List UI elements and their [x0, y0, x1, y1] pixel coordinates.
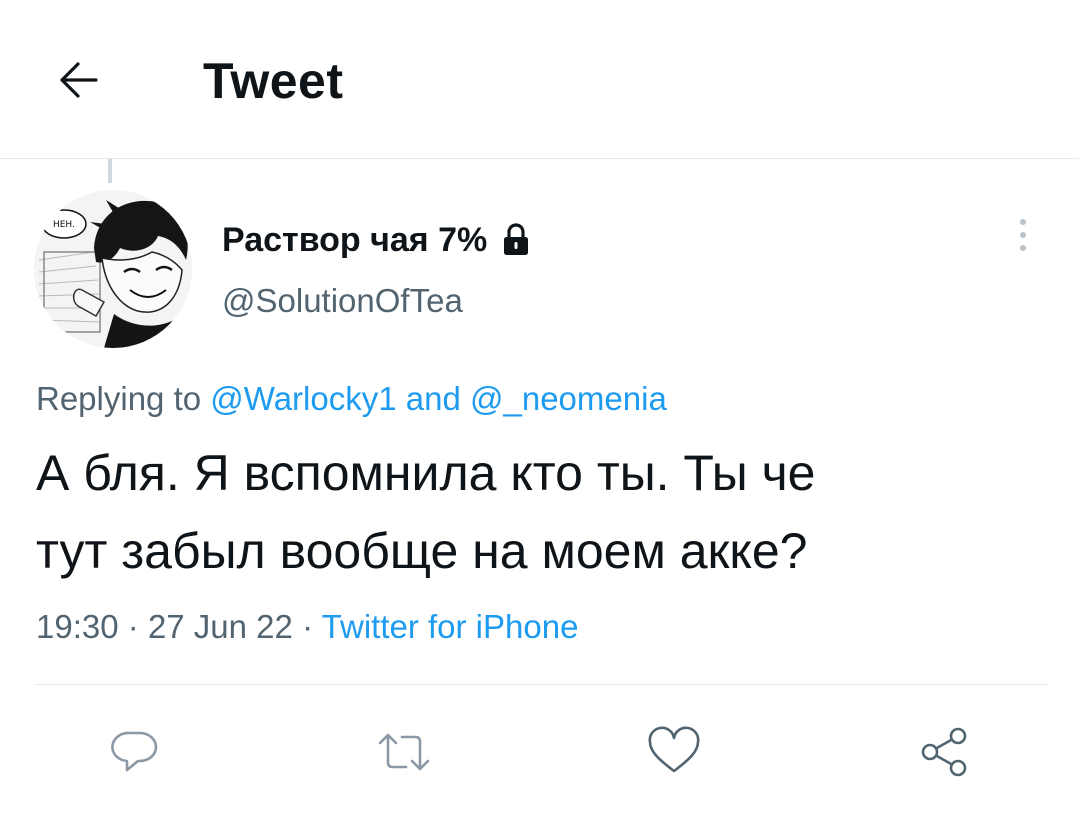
tweet-date[interactable]: 27 Jun 22 [148, 608, 293, 645]
more-options-button[interactable] [1008, 215, 1038, 259]
tweet-time[interactable]: 19:30 [36, 608, 119, 645]
tweet-meta: 19:30 · 27 Jun 22 · Twitter for iPhone [36, 604, 578, 650]
tweet-source[interactable]: Twitter for iPhone [322, 608, 579, 645]
mention-link[interactable]: @Warlocky1 [210, 380, 396, 417]
page-title: Tweet [203, 53, 344, 109]
avatar[interactable]: НЕН. [34, 190, 192, 348]
display-name: Раствор чая 7% [222, 221, 488, 259]
replying-prefix: Replying to [36, 380, 202, 417]
tweet-text: А бля. Я вспомнила кто ты. Ты че тут заб… [36, 445, 816, 579]
replying-to-line: Replying to @Warlocky1 and @_neomenia [36, 376, 667, 422]
more-vertical-icon [1016, 215, 1030, 260]
share-button[interactable] [914, 724, 974, 784]
arrow-left-icon [54, 58, 102, 107]
replying-conjunction[interactable]: and [406, 380, 461, 417]
heart-icon [646, 725, 702, 784]
meta-separator: · [302, 608, 314, 645]
author-name-row[interactable]: Раствор чая 7% [222, 218, 531, 262]
retweet-button[interactable] [374, 724, 434, 784]
divider [36, 684, 1048, 685]
share-icon [916, 724, 972, 785]
lock-icon [501, 222, 531, 258]
thread-connector-line [108, 159, 112, 183]
back-button[interactable] [48, 52, 108, 112]
reply-button[interactable] [105, 724, 165, 784]
user-handle[interactable]: @SolutionOfTea [222, 279, 463, 323]
retweet-icon [374, 725, 434, 784]
like-button[interactable] [644, 724, 704, 784]
reply-icon [108, 725, 162, 784]
avatar-bubble-text: НЕН. [53, 220, 75, 230]
top-bar: Tweet [0, 0, 1079, 159]
mention-link[interactable]: @_neomenia [470, 380, 667, 417]
meta-separator: · [127, 608, 139, 645]
